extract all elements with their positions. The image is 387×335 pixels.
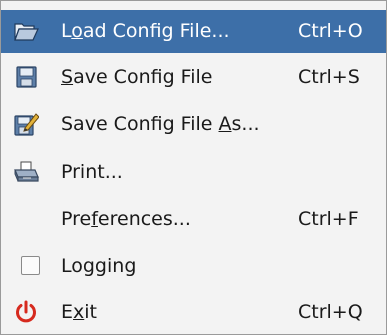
menu-item-shortcut: Ctrl+F bbox=[298, 208, 359, 230]
floppy-disk-icon bbox=[13, 64, 39, 90]
menu-item-shortcut: Ctrl+O bbox=[298, 20, 363, 42]
printer-icon bbox=[13, 159, 39, 185]
checkbox-icon[interactable] bbox=[21, 256, 40, 275]
menu-item-label: Exit bbox=[61, 301, 97, 323]
menu-item-shortcut: Ctrl+Q bbox=[298, 301, 363, 323]
floppy-pen-icon bbox=[13, 111, 40, 137]
menu-item-preferences[interactable]: Preferences... Ctrl+F bbox=[1, 198, 386, 241]
menu-item-save-config[interactable]: Save Config File Ctrl+S bbox=[1, 56, 386, 99]
menu-item-label: Load Config File... bbox=[61, 20, 230, 42]
menu-item-save-config-as[interactable]: Save Config File As... bbox=[1, 103, 386, 146]
menu-item-label: Print... bbox=[61, 161, 123, 183]
menu-item-shortcut: Ctrl+S bbox=[298, 66, 360, 88]
menu-item-print[interactable]: Print... bbox=[1, 151, 386, 194]
menu-item-label: Preferences... bbox=[61, 208, 191, 230]
menu-item-exit[interactable]: Exit Ctrl+Q bbox=[1, 291, 386, 334]
file-menu: Load Config File... Ctrl+O Save Config F… bbox=[0, 0, 387, 335]
menu-item-logging[interactable]: Logging bbox=[1, 245, 386, 288]
menu-item-load-config[interactable]: Load Config File... Ctrl+O bbox=[1, 10, 386, 53]
menu-item-label: Save Config File As... bbox=[61, 113, 260, 135]
menu-item-label: Save Config File bbox=[61, 66, 213, 88]
power-icon bbox=[13, 299, 39, 325]
folder-open-icon bbox=[13, 18, 39, 44]
menu-item-label: Logging bbox=[61, 255, 137, 277]
